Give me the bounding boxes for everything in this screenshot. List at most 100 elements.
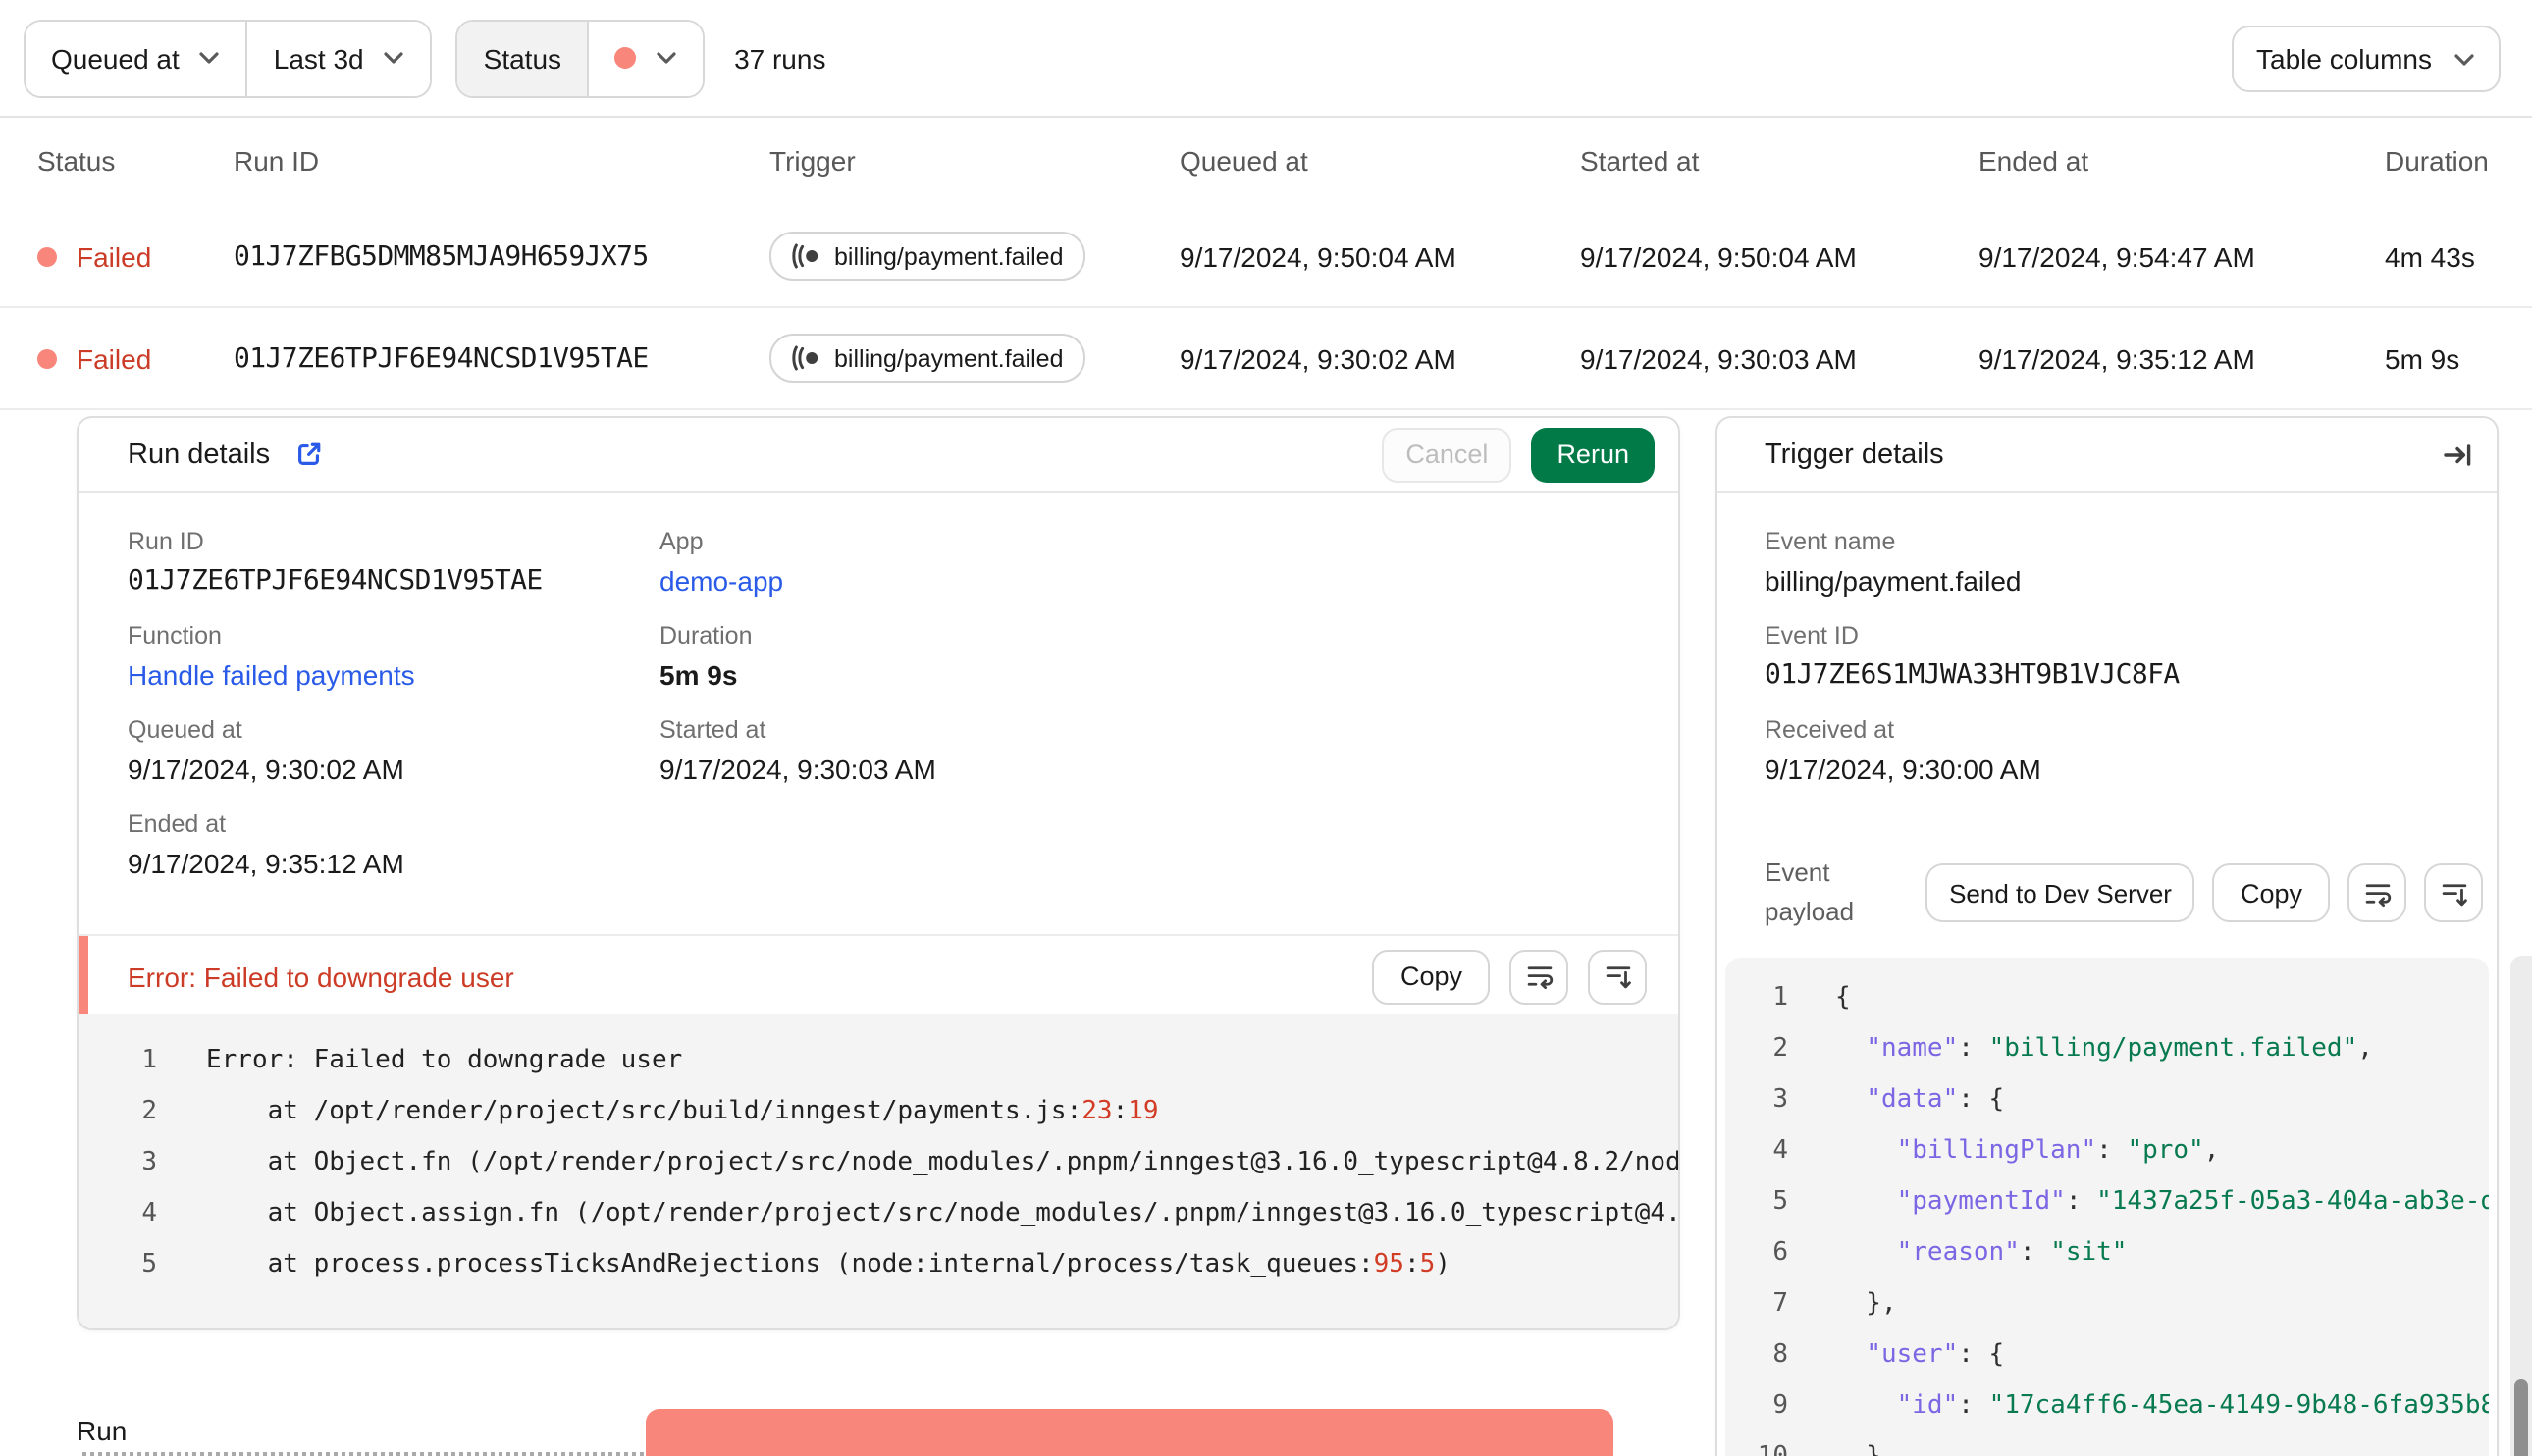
event-payload-label: Event payload: [1765, 858, 1855, 926]
trigger-pill-label: billing/payment.failed: [834, 242, 1064, 270]
line-number: 4: [1772, 1136, 1788, 1166]
scroll-to-bottom-icon: [1605, 966, 1630, 989]
copy-error-button[interactable]: Copy: [1372, 949, 1490, 1004]
field-started-at: Started at 9/17/2024, 9:30:03 AM: [659, 716, 1678, 785]
table-columns-button[interactable]: Table columns: [2231, 26, 2501, 92]
event-icon: [792, 243, 818, 269]
code-line: 7 },: [1725, 1279, 2489, 1330]
timeline-gridline: [82, 1452, 730, 1456]
line-number: 5: [1772, 1187, 1788, 1217]
trigger-pill-label: billing/payment.failed: [834, 344, 1064, 372]
collapse-panel-button[interactable]: [2438, 435, 2477, 474]
code-line: 10 }: [1725, 1432, 2489, 1456]
column-header-started-at: Started at: [1580, 145, 1700, 177]
run-timeline-bar[interactable]: [646, 1409, 1613, 1456]
scroll-to-bottom-icon: [2441, 883, 2466, 906]
trigger-pill[interactable]: billing/payment.failed: [769, 232, 1085, 281]
runs-dashboard: Queued at Last 3d Status 37 runs Table c…: [0, 0, 2532, 1456]
table-row[interactable]: Failed 01J7ZE6TPJF6E94NCSD1V95TAE billing/…: [0, 308, 2532, 410]
line-number: 4: [141, 1199, 157, 1228]
column-header-ended-at: Ended at: [1978, 145, 2089, 177]
status-failed-dot-icon: [614, 47, 637, 69]
status-filter-label: Status: [457, 21, 588, 95]
line-number: 2: [1772, 1034, 1788, 1064]
cell-run-id: 01J7ZFBG5DMM85MJA9H659JX75: [234, 240, 649, 272]
line-number: 2: [141, 1097, 157, 1126]
column-header-status: Status: [37, 145, 116, 177]
scroll-to-bottom-button[interactable]: [1588, 949, 1647, 1004]
status-failed-dot-icon: [37, 246, 57, 266]
wrap-text-button[interactable]: [1509, 949, 1568, 1004]
table-columns-label: Table columns: [2256, 43, 2432, 75]
column-header-queued-at: Queued at: [1180, 145, 1308, 177]
code-line: 4 "billingPlan": "pro",: [1725, 1126, 2489, 1177]
status-filter-value-button[interactable]: [587, 21, 704, 95]
queued-at-filter-button[interactable]: Queued at: [26, 21, 246, 95]
code-line: 1 Error: Failed to downgrade user: [79, 1036, 1678, 1087]
cell-ended-at: 9/17/2024, 9:35:12 AM: [1978, 342, 2255, 374]
ended-at-value: 9/17/2024, 9:35:12 AM: [128, 848, 404, 879]
line-number: 6: [1772, 1238, 1788, 1268]
event-payload-json: 1{2 "name": "billing/payment.failed", 3 "…: [1725, 958, 2489, 1456]
code-line: 3 "data": {: [1725, 1075, 2489, 1126]
error-title: Error: Failed to downgrade user: [128, 961, 514, 992]
trigger-details-panel: Trigger details Event name billing/payme…: [1715, 416, 2499, 1456]
cell-status: Failed: [37, 342, 234, 374]
code-line: 2 "name": "billing/payment.failed",: [1725, 1024, 2489, 1075]
cell-queued-at: 9/17/2024, 9:30:02 AM: [1180, 342, 1456, 374]
send-to-dev-server-button[interactable]: Send to Dev Server: [1925, 863, 2195, 922]
cell-duration: 5m 9s: [2385, 342, 2460, 374]
code-line: 5 "paymentId": "1437a25f-05a3-404a-ab3e-…: [1725, 1177, 2489, 1228]
time-range-button[interactable]: Last 3d: [245, 21, 431, 95]
field-event-id: Event ID 01J7ZE6S1MJWA33HT9B1VJC8FA: [1765, 622, 2497, 691]
line-number: 7: [1772, 1289, 1788, 1319]
trigger-details-title: Trigger details: [1765, 439, 1944, 470]
function-link[interactable]: Handle failed payments: [128, 659, 659, 691]
status-failed-dot-icon: [37, 348, 57, 368]
field-run-id: Run ID 01J7ZE6TPJF6E94NCSD1V95TAE: [128, 528, 659, 597]
line-number: 9: [1772, 1391, 1788, 1421]
received-at-value: 9/17/2024, 9:30:00 AM: [1765, 754, 2041, 785]
column-header-trigger: Trigger: [769, 145, 856, 177]
trigger-pill[interactable]: billing/payment.failed: [769, 334, 1085, 383]
scroll-to-bottom-button[interactable]: [2424, 863, 2483, 922]
wrap-text-button[interactable]: [2347, 863, 2406, 922]
filter-toolbar: Queued at Last 3d Status 37 runs Table c…: [0, 0, 2532, 118]
line-number: 10: [1725, 1432, 1788, 1456]
chevron-down-icon: [657, 52, 676, 64]
cell-trigger: billing/payment.failed: [769, 232, 1180, 281]
chevron-down-icon: [385, 52, 404, 64]
field-app: App demo-app: [659, 528, 1678, 597]
wrap-text-icon: [1526, 966, 1553, 990]
cell-queued-at: 9/17/2024, 9:50:04 AM: [1180, 240, 1456, 272]
line-number: 1: [1772, 983, 1788, 1013]
status-filter-group: Status: [455, 19, 706, 97]
started-at-value: 9/17/2024, 9:30:03 AM: [659, 754, 936, 785]
run-details-header: Run details Cancel Rerun: [79, 418, 1678, 493]
code-line: 4 at Object.assign.fn (/opt/render/proje…: [79, 1189, 1678, 1240]
scrollbar-thumb[interactable]: [2514, 1379, 2528, 1456]
app-link[interactable]: demo-app: [659, 565, 1678, 597]
line-number: 5: [141, 1250, 157, 1279]
table-body: Failed 01J7ZFBG5DMM85MJA9H659JX75 billing/…: [0, 206, 2532, 410]
column-header-run-id: Run ID: [234, 145, 320, 177]
chevron-down-icon: [200, 52, 220, 64]
duration-value: 5m 9s: [659, 659, 738, 691]
copy-payload-button[interactable]: Copy: [2212, 863, 2330, 922]
event-name-value: billing/payment.failed: [1765, 565, 2022, 597]
table-header: Status Run ID Trigger Queued at Started …: [0, 116, 2532, 208]
cell-run-id: 01J7ZE6TPJF6E94NCSD1V95TAE: [234, 342, 649, 374]
time-filter-group: Queued at Last 3d: [24, 19, 433, 97]
rerun-button[interactable]: Rerun: [1531, 427, 1655, 482]
line-number: 3: [1772, 1085, 1788, 1115]
cancel-button[interactable]: Cancel: [1382, 427, 1512, 482]
chevron-down-icon: [2454, 53, 2474, 65]
runs-count: 37 runs: [734, 42, 826, 74]
run-details-body: Run ID 01J7ZE6TPJF6E94NCSD1V95TAE App de…: [79, 493, 1678, 879]
status-text: Failed: [77, 342, 152, 374]
field-received-at: Received at 9/17/2024, 9:30:00 AM: [1765, 716, 2497, 785]
table-row[interactable]: Failed 01J7ZFBG5DMM85MJA9H659JX75 billing/…: [0, 206, 2532, 308]
column-header-duration: Duration: [2385, 145, 2489, 177]
cell-ended-at: 9/17/2024, 9:54:47 AM: [1978, 240, 2255, 272]
open-run-external-button[interactable]: [290, 436, 327, 473]
